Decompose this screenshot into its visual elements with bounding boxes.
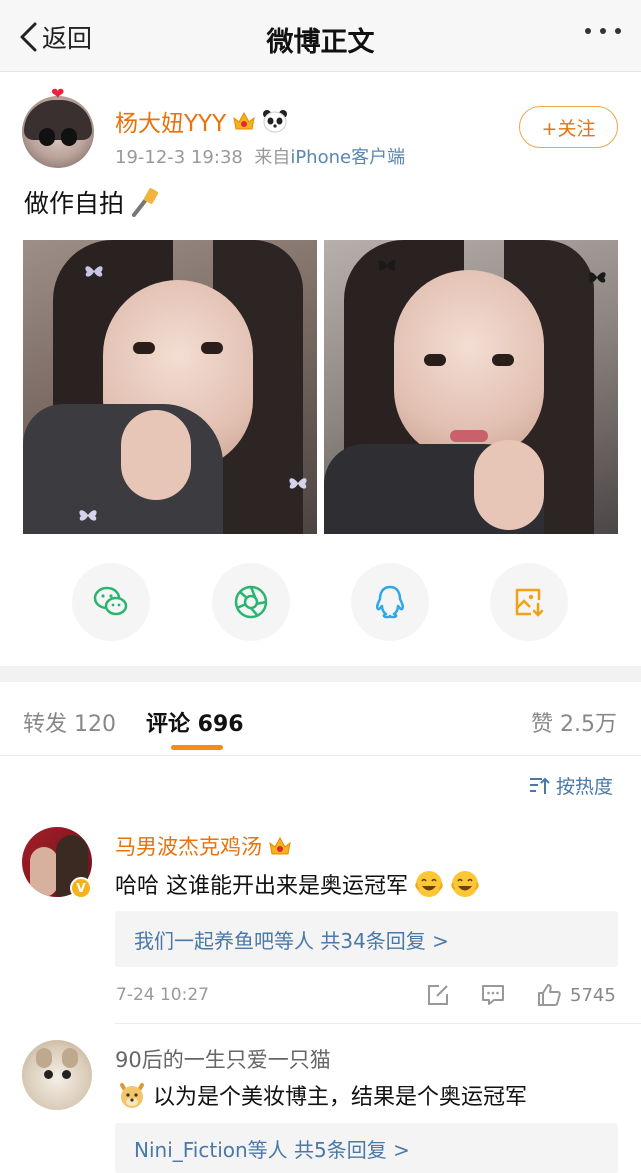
edit-share-icon: [428, 985, 448, 1005]
sort-by-hot-button[interactable]: 按热度: [528, 772, 613, 799]
butterfly-sticker-icon: [85, 266, 103, 277]
share-wechat-button[interactable]: [72, 563, 150, 641]
butterfly-sticker-icon: [289, 478, 307, 489]
post-source[interactable]: iPhone客户端: [290, 147, 405, 168]
butterfly-sticker-icon: [588, 272, 606, 283]
tab-likes[interactable]: 赞 2.5万: [531, 706, 617, 738]
back-button[interactable]: 返回: [18, 18, 92, 56]
post-time: 19-12-3 19:38: [115, 147, 243, 168]
share-moments-button[interactable]: [212, 563, 290, 641]
tabs-divider: [0, 755, 641, 756]
reply-comment-button[interactable]: [480, 982, 506, 1012]
reply-count: 共5条回复 >: [294, 1137, 410, 1162]
reply-count: 共34条回复 >: [320, 928, 449, 953]
qq-icon: [375, 585, 405, 619]
wechat-icon: [93, 586, 128, 616]
nav-bar: 返回 微博正文: [0, 0, 641, 72]
comment-author-text: 马男波杰克鸡汤: [115, 835, 262, 859]
butterfly-sticker-icon: [378, 260, 396, 271]
back-label: 返回: [42, 24, 93, 53]
chevron-left-icon: [20, 22, 37, 52]
tab-repost[interactable]: 转发 120: [23, 706, 116, 738]
like-count: 5745: [570, 985, 616, 1006]
save-image-icon: [515, 588, 544, 617]
author-name[interactable]: 杨大妞YYY: [115, 104, 288, 138]
repost-comment-button[interactable]: [425, 982, 451, 1012]
crown-badge-icon: [233, 111, 255, 130]
save-image-button[interactable]: [490, 563, 568, 641]
section-divider: [0, 666, 641, 682]
more-options-icon[interactable]: [585, 28, 621, 34]
moments-icon: [234, 585, 268, 619]
view-replies-button[interactable]: 我们一起养鱼吧等人 共34条回复 >: [115, 911, 618, 967]
post-image-2[interactable]: [324, 240, 618, 534]
source-prefix: 来自: [254, 147, 291, 168]
comment-icon: [482, 985, 504, 1005]
author-name-text: 杨大妞YYY: [115, 111, 227, 137]
tab-comments[interactable]: 评论 696: [146, 706, 244, 738]
share-qq-button[interactable]: [351, 563, 429, 641]
reply-who: 我们一起养鱼吧等人: [134, 928, 314, 953]
comment-text-content: 以为是个美妆博主，结果是个奥运冠军: [153, 1085, 528, 1110]
like-comment-button[interactable]: [536, 982, 562, 1012]
comment-time: 7-24 10:27: [116, 985, 209, 1005]
comment-author-text: 90后的一生只爱一只猫: [115, 1048, 331, 1072]
comment-divider: [115, 1023, 641, 1024]
active-tab-indicator: [171, 745, 223, 750]
reply-who: Nini_Fiction等人: [134, 1137, 288, 1162]
post-image-1[interactable]: [23, 240, 317, 534]
heart-icon: ❤: [51, 84, 65, 103]
follow-button[interactable]: +关注: [519, 106, 618, 148]
crown-badge-icon: [269, 836, 291, 855]
comment-text: 哈哈 这谁能开出来是奥运冠军: [115, 868, 480, 900]
comment-avatar[interactable]: [22, 1040, 92, 1110]
verified-badge-icon: V: [70, 877, 92, 899]
page-title: 微博正文: [266, 27, 375, 58]
post-text-content: 做作自拍: [24, 189, 125, 218]
laughing-emoji-icon: [415, 871, 443, 897]
sort-icon: [530, 777, 550, 794]
comment-text: 以为是个美妆博主，结果是个奥运冠军: [117, 1079, 527, 1111]
author-avatar[interactable]: ❤: [22, 86, 94, 168]
laughing-emoji-icon: [451, 871, 479, 897]
view-replies-button[interactable]: Nini_Fiction等人 共5条回复 >: [115, 1123, 618, 1173]
comment-text-content: 哈哈 这谁能开出来是奥运冠军: [115, 874, 408, 899]
post-meta: 19-12-3 19:38 来自iPhone客户端: [115, 143, 405, 169]
post-text: 做作自拍: [24, 184, 160, 220]
selfie-stick-emoji-icon: [132, 188, 159, 217]
comment-author[interactable]: 90后的一生只爱一只猫: [115, 1044, 331, 1074]
sort-label: 按热度: [556, 776, 614, 798]
panda-icon: [263, 110, 288, 133]
doge-emoji-icon: [120, 1083, 144, 1108]
comment-author[interactable]: 马男波杰克鸡汤: [115, 831, 292, 861]
butterfly-sticker-icon: [79, 510, 97, 521]
thumbs-up-icon: [538, 984, 561, 1006]
